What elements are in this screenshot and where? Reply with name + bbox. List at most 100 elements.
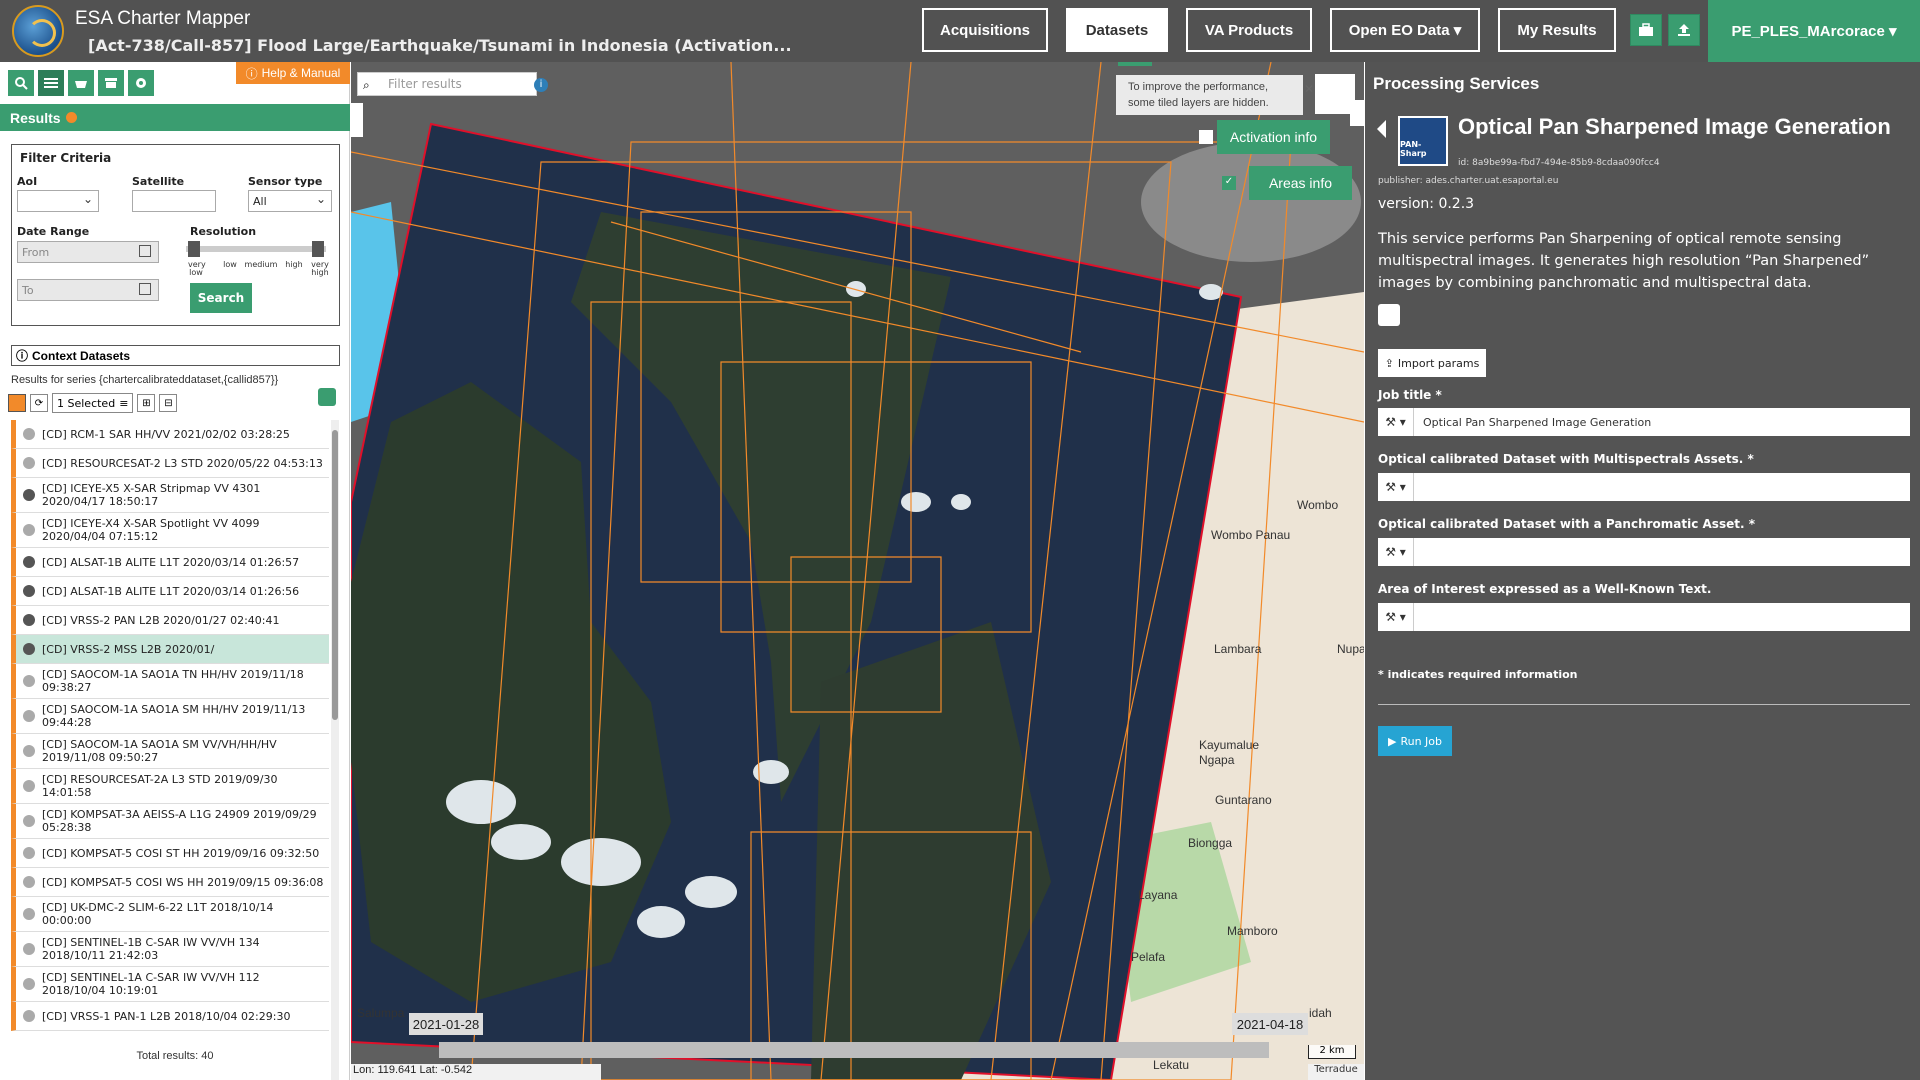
selected-count[interactable]: 1 Selected ≡ xyxy=(52,393,134,413)
processing-services-panel: Processing Services PAN-Sharp Optical Pa… xyxy=(1365,62,1920,1080)
run-job-button[interactable]: ▶ Run Job xyxy=(1378,726,1452,756)
map-canvas[interactable] xyxy=(351,62,1364,1080)
help-manual-button[interactable]: ⓘ Help & Manual xyxy=(236,62,350,84)
dataset-item[interactable]: [CD] UK-DMC-2 SLIM-6-22 L1T 2018/10/14 0… xyxy=(11,897,329,932)
layers-icon[interactable] xyxy=(1315,74,1355,114)
panchromatic-field[interactable]: ⚒ ▾ xyxy=(1378,538,1910,566)
archive-icon[interactable] xyxy=(98,70,124,96)
date-to-input[interactable]: To xyxy=(17,279,159,301)
dataset-item[interactable]: [CD] RESOURCESAT-2 L3 STD 2020/05/22 04:… xyxy=(11,449,329,478)
results-header: Results xyxy=(0,104,350,131)
aoi-select[interactable] xyxy=(17,190,99,212)
dataset-item[interactable]: [CD] RCM-1 SAR HH/VV 2021/02/02 03:28:25 xyxy=(11,420,329,449)
dataset-item[interactable]: [CD] KOMPSAT-3A AEISS-A L1G 24909 2019/0… xyxy=(11,804,329,839)
timeline-slider[interactable] xyxy=(439,1042,1269,1058)
place-label: Salumpa xyxy=(357,1006,405,1020)
gear-icon[interactable] xyxy=(128,70,154,96)
place-label: Lambara xyxy=(1214,642,1262,656)
import-params-button[interactable]: ⇪ Import params xyxy=(1378,349,1486,377)
question-icon[interactable] xyxy=(65,112,77,123)
dataset-item[interactable]: [CD] SAOCOM-1A SAO1A TN HH/HV 2019/11/18… xyxy=(11,664,329,699)
map-attribution[interactable]: Terradue xyxy=(1308,1064,1364,1080)
dataset-item[interactable]: [CD] ALSAT-1B ALITE L1T 2020/03/14 01:26… xyxy=(11,577,329,606)
dataset-item[interactable]: [CD] SENTINEL-1A C-SAR IW VV/VH 112 2018… xyxy=(11,967,329,1002)
aoi-wkt-field[interactable]: ⚒ ▾ xyxy=(1378,603,1910,631)
job-title-label: Job title * xyxy=(1378,388,1442,402)
multispectral-value[interactable] xyxy=(1414,473,1423,501)
dataset-item[interactable]: [CD] KOMPSAT-5 COSI WS HH 2019/09/15 09:… xyxy=(11,868,329,897)
satellite-input[interactable] xyxy=(132,190,216,212)
dataset-item[interactable]: [CD] SENTINEL-1B C-SAR IW VV/VH 134 2018… xyxy=(11,932,329,967)
list-icon[interactable] xyxy=(38,70,64,96)
dataset-item[interactable]: [CD] VRSS-1 PAN-1 L2B 2018/10/04 02:29:3… xyxy=(11,1002,329,1031)
basket-add-icon[interactable]: ⊞ xyxy=(137,394,156,412)
nav-my-results[interactable]: My Results xyxy=(1498,8,1616,52)
map-filter-input[interactable]: Filter results xyxy=(357,72,537,96)
briefcase-icon[interactable] xyxy=(1630,14,1662,46)
dataset-item[interactable]: [CD] SAOCOM-1A SAO1A SM VV/VH/HH/HV 2019… xyxy=(11,734,329,769)
areas-info-checkbox[interactable]: ✓ xyxy=(1222,176,1236,190)
dataset-label: [CD] SENTINEL-1B C-SAR IW VV/VH 134 2018… xyxy=(42,936,260,962)
dataset-item[interactable]: [CD] RESOURCESAT-2A L3 STD 2019/09/30 14… xyxy=(11,769,329,804)
nav-open-eo-data[interactable]: Open EO Data ▾ xyxy=(1330,8,1480,52)
context-datasets-header[interactable]: ⓘ Context Datasets xyxy=(11,345,340,366)
globe-icon xyxy=(23,710,35,722)
nav-acquisitions[interactable]: Acquisitions xyxy=(922,8,1048,52)
panchromatic-value[interactable] xyxy=(1414,538,1423,566)
dataset-item[interactable]: [CD] SAOCOM-1A SAO1A SM HH/HV 2019/11/13… xyxy=(11,699,329,734)
dataset-item[interactable]: [CD] VRSS-2 PAN L2B 2020/01/27 02:40:41 xyxy=(11,606,329,635)
collapse-left-panel[interactable] xyxy=(351,103,363,137)
multispectral-field[interactable]: ⚒ ▾ xyxy=(1378,473,1910,501)
wand-icon[interactable]: ⚒ ▾ xyxy=(1378,473,1414,501)
tick-high: high xyxy=(285,260,303,269)
calendar-icon[interactable] xyxy=(139,245,151,257)
map-view[interactable]: Filter results ⌕ i To improve the perfor… xyxy=(351,62,1364,1080)
dataset-label: [CD] RESOURCESAT-2A L3 STD 2019/09/30 14… xyxy=(42,773,278,799)
date-range-label: Date Range xyxy=(17,225,90,238)
calendar-icon[interactable] xyxy=(139,283,151,295)
place-label: Biongga xyxy=(1188,836,1233,850)
info-icon[interactable]: i xyxy=(534,78,548,92)
search-icon[interactable]: ⌕ xyxy=(363,78,370,93)
basket-icon[interactable] xyxy=(68,70,94,96)
dataset-item[interactable]: [CD] ICEYE-X4 X-SAR Spotlight VV 4099 20… xyxy=(11,513,329,548)
close-icon[interactable]: ✕ xyxy=(1304,82,1314,96)
search-button[interactable]: Search xyxy=(190,283,252,313)
slider-handle-max[interactable] xyxy=(312,241,324,257)
job-title-field[interactable]: ⚒ ▾ Optical Pan Sharpened Image Generatio… xyxy=(1378,408,1910,436)
share-icon[interactable] xyxy=(1378,304,1400,326)
dataset-item[interactable]: [CD] VRSS-2 MSS L2B 2020/01/ xyxy=(11,635,329,664)
select-all-checkbox[interactable] xyxy=(8,394,26,412)
nav-datasets[interactable]: Datasets xyxy=(1066,8,1168,52)
collapse-right-panel[interactable] xyxy=(1350,100,1364,126)
filter-title: Filter Criteria xyxy=(20,151,112,165)
share-icon[interactable] xyxy=(318,388,336,406)
nav-va-products[interactable]: VA Products xyxy=(1186,8,1312,52)
back-icon[interactable] xyxy=(1377,120,1386,138)
dataset-item[interactable]: [CD] KOMPSAT-5 COSI ST HH 2019/09/16 09:… xyxy=(11,839,329,868)
service-version: version: 0.2.3 xyxy=(1378,196,1475,212)
sensor-type-select[interactable]: All xyxy=(248,190,332,212)
wand-icon[interactable]: ⚒ ▾ xyxy=(1378,603,1414,631)
esa-charter-logo[interactable] xyxy=(12,5,64,57)
activation-info-button[interactable]: Activation info xyxy=(1217,120,1330,154)
upload-icon[interactable] xyxy=(1668,14,1700,46)
dataset-item[interactable]: [CD] ICEYE-X5 X-SAR Stripmap VV 4301 202… xyxy=(11,478,329,513)
search-icon[interactable] xyxy=(8,70,34,96)
aoi-label: AoI xyxy=(17,175,38,188)
areas-info-button[interactable]: Areas info xyxy=(1249,166,1352,200)
list-scrollbar[interactable] xyxy=(331,420,339,1080)
resolution-slider[interactable] xyxy=(186,246,326,252)
dataset-item[interactable]: [CD] ALSAT-1B ALITE L1T 2020/03/14 01:26… xyxy=(11,548,329,577)
wand-icon[interactable]: ⚒ ▾ xyxy=(1378,408,1414,436)
aoi-wkt-value[interactable] xyxy=(1414,603,1423,631)
slider-handle-min[interactable] xyxy=(188,241,200,257)
wand-icon[interactable]: ⚒ ▾ xyxy=(1378,538,1414,566)
date-from-input[interactable]: From xyxy=(17,241,159,263)
basket-remove-icon[interactable]: ⊟ xyxy=(159,394,178,412)
job-title-value[interactable]: Optical Pan Sharpened Image Generation xyxy=(1414,408,1651,436)
user-menu[interactable]: PE_PLES_MArcorace ▾ xyxy=(1708,0,1920,62)
selection-toolbar: ⟳ 1 Selected ≡ ⊞ ⊟ xyxy=(8,392,178,414)
activation-info-checkbox[interactable] xyxy=(1199,130,1213,144)
refresh-icon[interactable]: ⟳ xyxy=(30,394,48,412)
